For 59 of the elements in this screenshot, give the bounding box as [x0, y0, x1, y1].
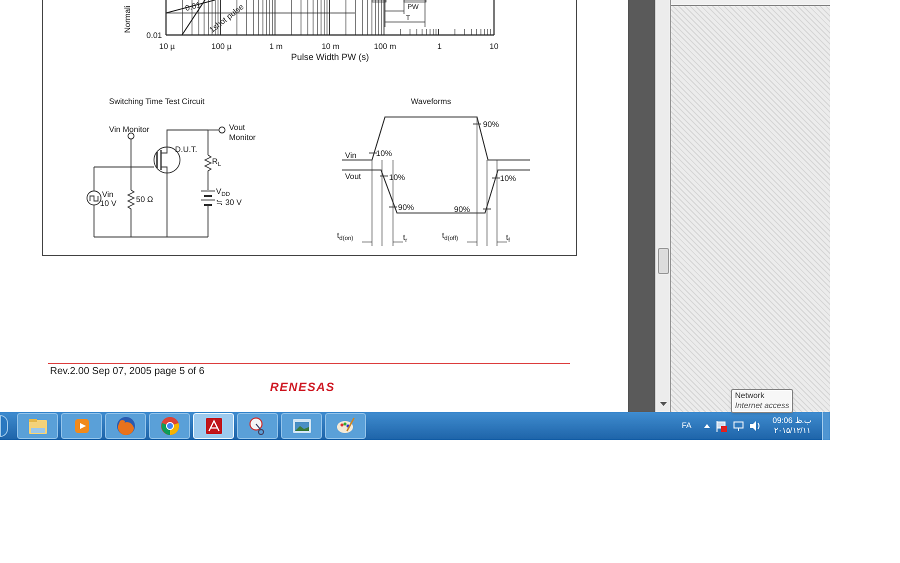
x-tick-label: 1 m	[269, 42, 283, 51]
scrollbar-thumb[interactable]	[658, 248, 668, 274]
tooltip-title: Network	[735, 391, 766, 401]
clock-time: 09:06 ب.ظ	[772, 416, 812, 426]
language-indicator[interactable]: FA	[682, 420, 692, 432]
time-label: t$_{d(on)}$	[337, 231, 354, 242]
y-tick-label: 0.01	[146, 31, 162, 40]
circuit-title: Switching Time Test Circuit	[109, 97, 204, 106]
x-tick-label: 100 µ	[211, 42, 232, 51]
round-logo-icon	[158, 415, 180, 437]
circuit-label: V$_{DD}$	[216, 187, 230, 198]
globe-fox-icon	[114, 415, 136, 437]
percent-label: 10%	[376, 149, 392, 158]
time-label: t$_{f}$	[506, 233, 510, 244]
percent-label: 90%	[483, 120, 500, 129]
pulse-timing-drawing	[372, 0, 426, 28]
percent-label: 90%	[398, 203, 414, 212]
circuit-label: Vin Monitor	[109, 125, 150, 134]
x-axis-label: Pulse Width PW (s)	[291, 52, 369, 62]
signal-label: Vout	[345, 172, 362, 181]
flag-icon[interactable]	[716, 420, 727, 432]
clock-date: ۲۰۱۵/۱۲/۱۱	[774, 426, 810, 436]
x-tick-label: 1	[437, 42, 442, 51]
clock[interactable]: 09:06 ب.ظ ۲۰۱۵/۱۲/۱۱	[772, 416, 812, 436]
caret-up-icon[interactable]	[704, 424, 710, 428]
x-tick-label: 100 m	[374, 42, 396, 51]
circuit-label: D.U.T.	[175, 145, 198, 154]
circuit-label: ≒ 30 V	[216, 198, 242, 207]
circuit-label: 10 V	[100, 199, 116, 208]
tooltip-subtitle: Internet access	[735, 401, 790, 411]
time-label: t$_{d(off)}$	[442, 231, 458, 242]
show-desktop-button[interactable]	[822, 412, 830, 440]
circuit-label: Vin	[102, 190, 114, 199]
circuit-label: R$_{L}$	[212, 157, 222, 168]
page-footer-text: Rev.2.00 Sep 07, 2005 page 5 of 6	[50, 366, 206, 378]
y-axis-label: Normali	[123, 5, 132, 33]
percent-label: 10%	[500, 174, 516, 183]
circuit-label: Monitor	[229, 133, 256, 142]
time-label: t$_{r}$	[403, 233, 408, 244]
x-tick-label: 10	[490, 42, 498, 51]
start-button[interactable]	[0, 415, 8, 437]
company-logo: RENESAS	[270, 380, 336, 394]
caret-down-icon[interactable]	[660, 402, 666, 406]
circuit-label: 50 Ω	[136, 195, 154, 204]
taskbar-button[interactable]	[105, 413, 146, 439]
vertical-scrollbar[interactable]	[655, 0, 670, 412]
percent-label: 10%	[389, 173, 406, 182]
circuit-label: Vout	[229, 123, 246, 132]
speaker-icon[interactable]	[750, 421, 761, 431]
waveforms-title: Waveforms	[410, 97, 452, 106]
x-tick-label: 10 µ	[159, 42, 175, 51]
taskbar-button[interactable]	[149, 413, 190, 439]
signal-label: Vin	[345, 151, 356, 160]
percent-label: 90%	[454, 205, 470, 214]
x-tick-label: 10 m	[322, 42, 340, 51]
taskbar-button[interactable]	[281, 413, 322, 439]
network-icon[interactable]	[732, 421, 744, 431]
taskbar-button[interactable]	[237, 413, 278, 439]
taskbar-button[interactable]	[325, 413, 366, 439]
